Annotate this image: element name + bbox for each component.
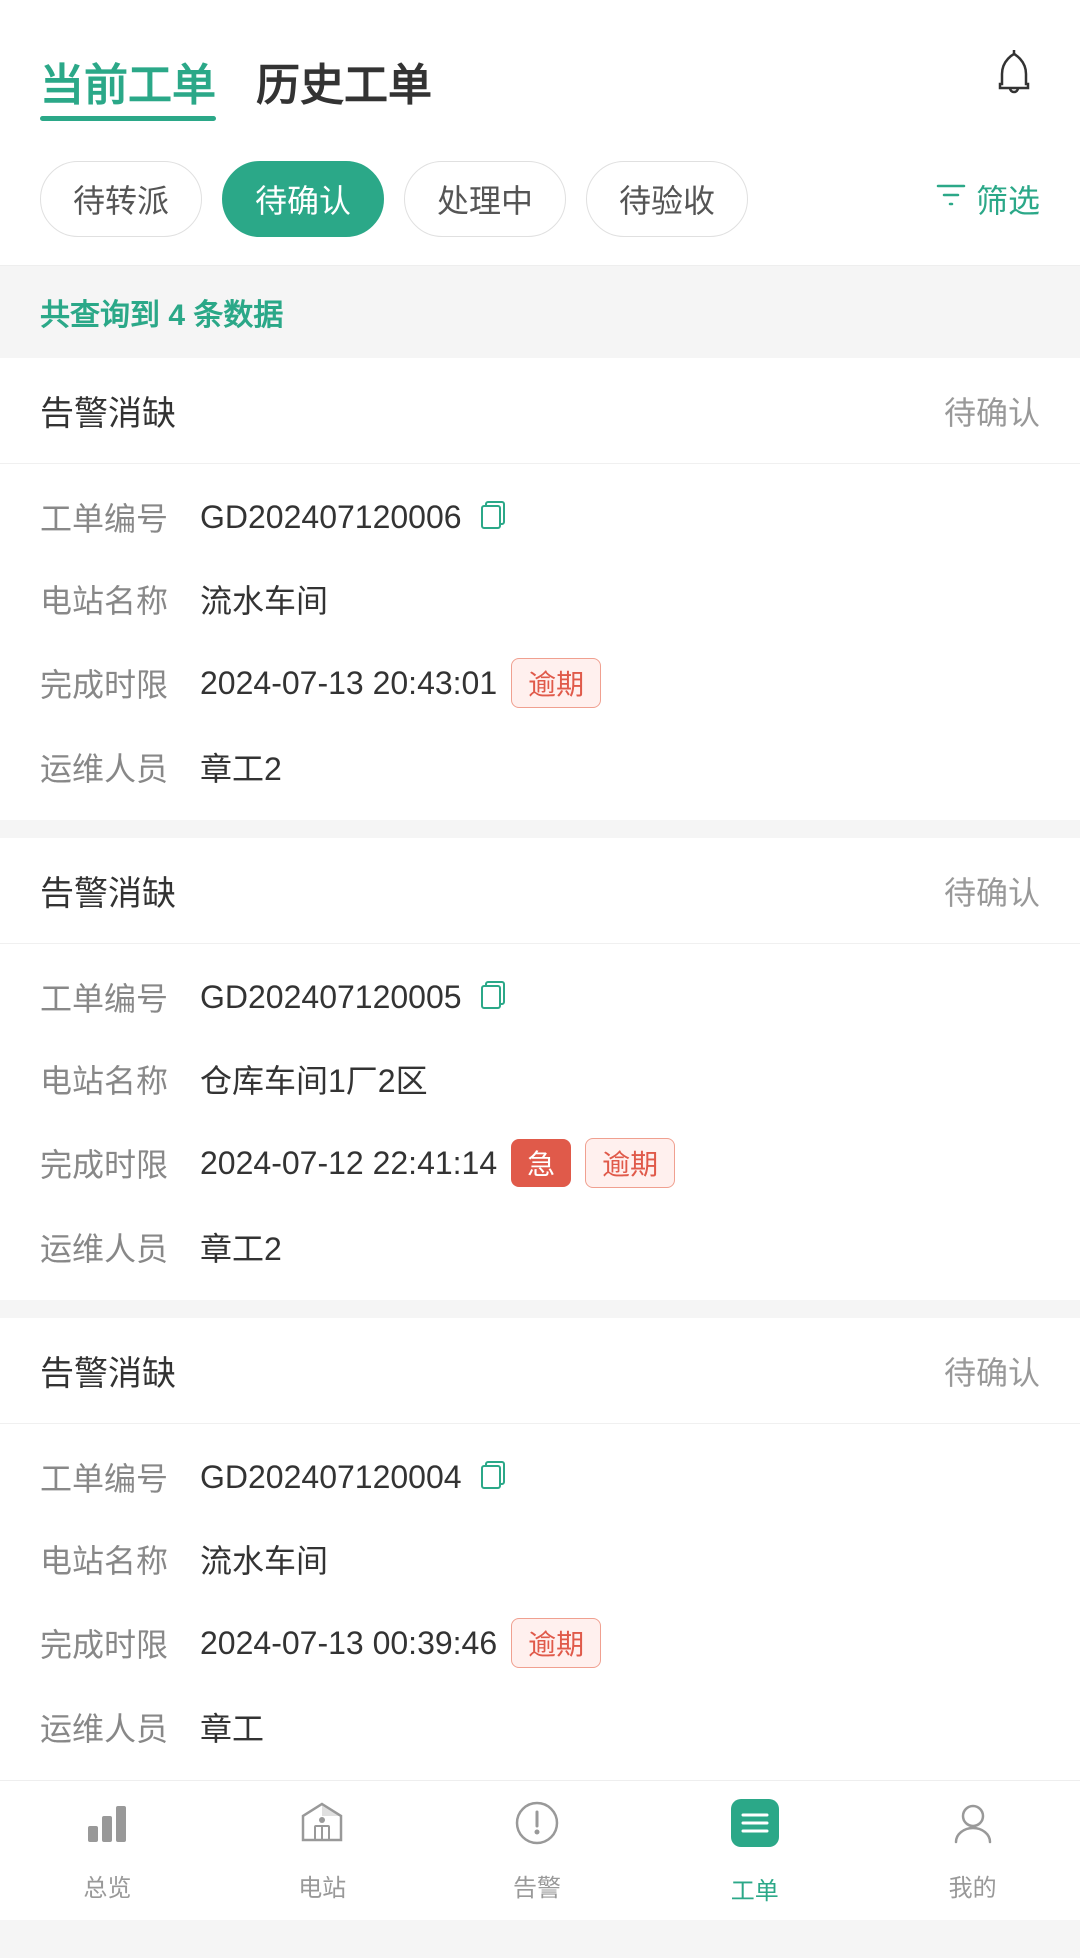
copy-icon-2[interactable] bbox=[476, 976, 510, 1019]
label-station-2: 电站名称 bbox=[40, 1056, 200, 1102]
filter-button[interactable]: 筛选 bbox=[934, 176, 1040, 222]
card-row-order-no-2: 工单编号 GD202407120005 bbox=[0, 956, 1080, 1038]
card-body-1: 工单编号 GD202407120006 电站名称 流水车间 完成时限 bbox=[0, 464, 1080, 820]
copy-icon-3[interactable] bbox=[476, 1456, 510, 1499]
card-status-2: 待确认 bbox=[944, 868, 1040, 914]
card-row-order-no-3: 工单编号 GD202407120004 bbox=[0, 1436, 1080, 1518]
value-order-no-2: GD202407120005 bbox=[200, 976, 1040, 1019]
filter-tab-pending-assign[interactable]: 待转派 bbox=[40, 161, 202, 237]
tab-history[interactable]: 历史工单 bbox=[256, 49, 432, 113]
card-header-3: 告警消缺 待确认 bbox=[0, 1318, 1080, 1424]
filter-tab-pending-check[interactable]: 待验收 bbox=[586, 161, 748, 237]
work-order-card-1[interactable]: 告警消缺 待确认 工单编号 GD202407120006 电站名称 bbox=[0, 358, 1080, 820]
card-row-staff-3: 运维人员 章工 bbox=[0, 1686, 1080, 1768]
user-icon bbox=[948, 1798, 998, 1860]
value-station-1: 流水车间 bbox=[200, 576, 1040, 622]
content-area: 告警消缺 待确认 工单编号 GD202407120006 电站名称 bbox=[0, 358, 1080, 1958]
filter-tab-processing[interactable]: 处理中 bbox=[404, 161, 566, 237]
card-type-2: 告警消缺 bbox=[40, 866, 176, 915]
label-staff-3: 运维人员 bbox=[40, 1704, 200, 1750]
label-staff-2: 运维人员 bbox=[40, 1224, 200, 1270]
card-body-2: 工单编号 GD202407120005 电站名称 仓库车间1厂2区 完成时限 bbox=[0, 944, 1080, 1300]
nav-item-overview[interactable]: 总览 bbox=[82, 1798, 132, 1903]
card-status-3: 待确认 bbox=[944, 1348, 1040, 1394]
card-row-station-1: 电站名称 流水车间 bbox=[0, 558, 1080, 640]
value-deadline-2: 2024-07-12 22:41:14 急 逾期 bbox=[200, 1138, 1040, 1188]
label-order-no-1: 工单编号 bbox=[40, 494, 200, 540]
card-type-3: 告警消缺 bbox=[40, 1346, 176, 1395]
value-staff-2: 章工2 bbox=[200, 1224, 1040, 1270]
chart-icon bbox=[82, 1798, 132, 1860]
badge-overdue-3: 逾期 bbox=[511, 1618, 601, 1668]
label-station-3: 电站名称 bbox=[40, 1536, 200, 1582]
nav-item-alert[interactable]: 告警 bbox=[512, 1798, 562, 1903]
value-deadline-3: 2024-07-13 00:39:46 逾期 bbox=[200, 1618, 1040, 1668]
label-order-no-3: 工单编号 bbox=[40, 1454, 200, 1500]
card-row-staff-2: 运维人员 章工2 bbox=[0, 1206, 1080, 1288]
nav-label-mine: 我的 bbox=[949, 1868, 997, 1903]
card-row-staff-1: 运维人员 章工2 bbox=[0, 726, 1080, 808]
badge-overdue-2: 逾期 bbox=[585, 1138, 675, 1188]
alert-icon bbox=[512, 1798, 562, 1860]
label-station-1: 电站名称 bbox=[40, 576, 200, 622]
card-status-1: 待确认 bbox=[944, 388, 1040, 434]
card-header-2: 告警消缺 待确认 bbox=[0, 838, 1080, 944]
copy-icon-1[interactable] bbox=[476, 496, 510, 539]
value-staff-3: 章工 bbox=[200, 1704, 1040, 1750]
nav-item-station[interactable]: 电站 bbox=[297, 1798, 347, 1903]
card-row-station-2: 电站名称 仓库车间1厂2区 bbox=[0, 1038, 1080, 1120]
card-row-order-no-1: 工单编号 GD202407120006 bbox=[0, 476, 1080, 558]
header: 当前工单 历史工单 bbox=[0, 0, 1080, 133]
filter-bar: 待转派 待确认 处理中 待验收 筛选 bbox=[0, 133, 1080, 266]
card-type-1: 告警消缺 bbox=[40, 386, 176, 435]
result-count: 共查询到 4 条数据 bbox=[0, 266, 1080, 358]
card-row-deadline-1: 完成时限 2024-07-13 20:43:01 逾期 bbox=[0, 640, 1080, 726]
value-staff-1: 章工2 bbox=[200, 744, 1040, 790]
badge-overdue-1: 逾期 bbox=[511, 658, 601, 708]
nav-label-work: 工单 bbox=[731, 1871, 779, 1906]
result-number: 4 bbox=[168, 299, 185, 332]
nav-label-alert: 告警 bbox=[513, 1868, 561, 1903]
value-station-2: 仓库车间1厂2区 bbox=[200, 1056, 1040, 1102]
value-station-3: 流水车间 bbox=[200, 1536, 1040, 1582]
label-order-no-2: 工单编号 bbox=[40, 974, 200, 1020]
nav-item-mine[interactable]: 我的 bbox=[948, 1798, 998, 1903]
card-body-3: 工单编号 GD202407120004 电站名称 流水车间 完成时限 bbox=[0, 1424, 1080, 1780]
bottom-nav: 总览 电站 告警 bbox=[0, 1780, 1080, 1920]
badge-urgent-2: 急 bbox=[511, 1139, 571, 1187]
card-row-station-3: 电站名称 流水车间 bbox=[0, 1518, 1080, 1600]
filter-tab-pending-confirm[interactable]: 待确认 bbox=[222, 161, 384, 237]
work-order-card-2[interactable]: 告警消缺 待确认 工单编号 GD202407120005 电站名称 bbox=[0, 838, 1080, 1300]
label-deadline-1: 完成时限 bbox=[40, 660, 200, 706]
card-header-1: 告警消缺 待确认 bbox=[0, 358, 1080, 464]
filter-label: 筛选 bbox=[976, 176, 1040, 222]
nav-label-overview: 总览 bbox=[83, 1868, 131, 1903]
card-row-deadline-3: 完成时限 2024-07-13 00:39:46 逾期 bbox=[0, 1600, 1080, 1686]
tab-current[interactable]: 当前工单 bbox=[40, 49, 216, 113]
filter-icon bbox=[934, 178, 968, 221]
label-deadline-2: 完成时限 bbox=[40, 1140, 200, 1186]
work-order-card-3[interactable]: 告警消缺 待确认 工单编号 GD202407120004 电站名称 bbox=[0, 1318, 1080, 1780]
value-order-no-1: GD202407120006 bbox=[200, 496, 1040, 539]
work-icon bbox=[727, 1795, 783, 1863]
station-icon bbox=[297, 1798, 347, 1860]
nav-label-station: 电站 bbox=[298, 1868, 346, 1903]
notification-bell[interactable] bbox=[988, 48, 1040, 113]
card-row-deadline-2: 完成时限 2024-07-12 22:41:14 急 逾期 bbox=[0, 1120, 1080, 1206]
label-staff-1: 运维人员 bbox=[40, 744, 200, 790]
value-order-no-3: GD202407120004 bbox=[200, 1456, 1040, 1499]
label-deadline-3: 完成时限 bbox=[40, 1620, 200, 1666]
nav-item-work[interactable]: 工单 bbox=[727, 1795, 783, 1906]
value-deadline-1: 2024-07-13 20:43:01 逾期 bbox=[200, 658, 1040, 708]
